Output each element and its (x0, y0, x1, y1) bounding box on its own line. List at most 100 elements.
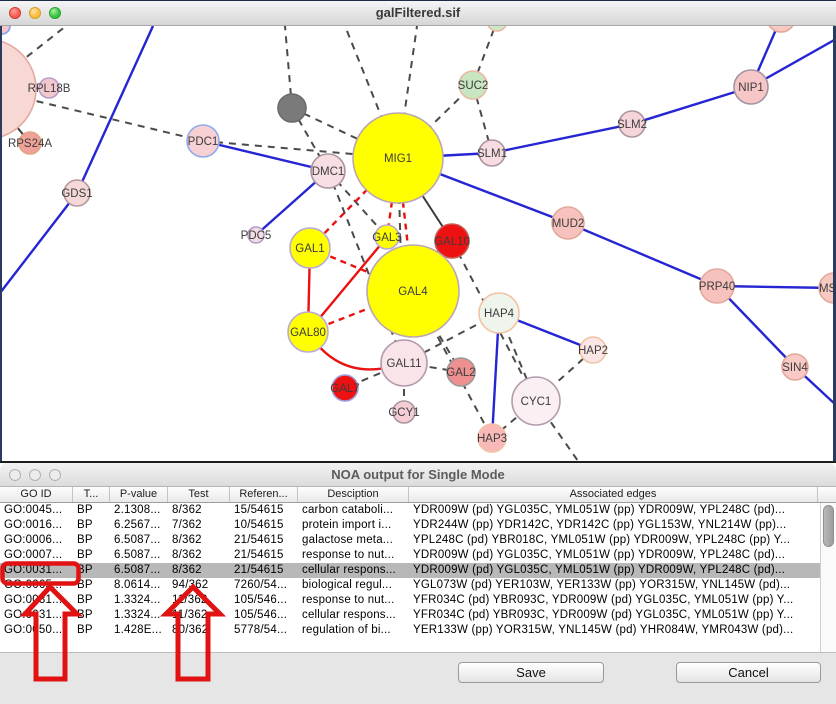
cell-type: BP (73, 503, 110, 518)
edge-pp[interactable] (632, 87, 751, 124)
table-scrollbar[interactable] (820, 503, 836, 652)
table-row[interactable]: GO:0045...BP2.1308...8/36215/54615carbon… (0, 503, 836, 518)
cell-edges: YDR244W (pp) YDR142C, YDR142C (pp) YGL15… (409, 518, 818, 533)
cell-test: 94/362 (168, 578, 230, 593)
cell-id: GO:0031... (0, 563, 73, 578)
cell-desc: galactose meta... (298, 533, 409, 548)
node-label-hap3: HAP3 (477, 433, 507, 445)
noa-window-titlebar[interactable]: NOA output for Single Mode (0, 463, 836, 487)
node-label-suc2: SUC2 (458, 80, 489, 92)
cell-ref: 7260/54... (230, 578, 298, 593)
cell-desc: protein import i... (298, 518, 409, 533)
cell-test: 11/362 (168, 593, 230, 608)
cell-type: BP (73, 608, 110, 623)
network-window: galFiltered.sif RPL18BRPS24AGDS1PDC1MIG1… (0, 1, 836, 461)
cell-ref: 10/54615 (230, 518, 298, 533)
cell-ref: 5778/54... (230, 623, 298, 638)
node-top1[interactable] (767, 26, 795, 32)
node-gray1[interactable] (278, 94, 306, 122)
cell-type: BP (73, 593, 110, 608)
edge-pp[interactable] (203, 141, 328, 171)
table-row[interactable]: GO:0006...BP6.5087...8/36221/54615galact… (0, 533, 836, 548)
cell-id: GO:0050... (0, 623, 73, 638)
cell-test: 8/362 (168, 548, 230, 563)
column-header-edges[interactable]: Associated edges (409, 487, 818, 502)
save-button[interactable]: Save (458, 662, 604, 683)
noa-window: NOA output for Single Mode GO IDT...P-va… (0, 463, 836, 704)
column-header-id[interactable]: GO ID (0, 487, 73, 502)
table-row[interactable]: GO:0031...BP1.3324...11/362105/546...cel… (0, 608, 836, 623)
table-row[interactable]: GO:0065...BP8.0614...94/3627260/54...bio… (0, 578, 836, 593)
column-header-test[interactable]: Test (168, 487, 230, 502)
column-header-ref[interactable]: Referen... (230, 487, 298, 502)
cell-desc: response to nut... (298, 593, 409, 608)
cell-p: 1.428E... (110, 623, 168, 638)
node-label-gcy1: GCY1 (388, 407, 419, 419)
table-row[interactable]: GO:0031...BP6.5087...8/36221/54615cellul… (0, 563, 836, 578)
network-canvas[interactable]: RPL18BRPS24AGDS1PDC1MIG1DMC1SUC2SLM1SLM2… (0, 26, 836, 461)
node-label-gal1: GAL1 (295, 243, 324, 255)
edge-pp[interactable] (568, 223, 717, 286)
cell-p: 6.5087... (110, 548, 168, 563)
column-header-p[interactable]: P-value (110, 487, 168, 502)
node-label-pdc1: PDC1 (188, 136, 219, 148)
node-label-gal80: GAL80 (290, 327, 326, 339)
table-row[interactable]: GO:0016...BP6.2567...7/36210/54615protei… (0, 518, 836, 533)
cell-type: BP (73, 623, 110, 638)
edge-pp[interactable] (492, 124, 632, 153)
cell-ref: 15/54615 (230, 503, 298, 518)
node-label-pdc5: PDC5 (241, 230, 272, 242)
cell-p: 6.2567... (110, 518, 168, 533)
table-row[interactable]: GO:0050...BP1.428E...80/3625778/54...reg… (0, 623, 836, 638)
noa-window-title: NOA output for Single Mode (0, 467, 836, 482)
cell-desc: biological regul... (298, 578, 409, 593)
cell-test: 8/362 (168, 503, 230, 518)
edge-pp[interactable] (0, 193, 77, 293)
cell-ref: 105/546... (230, 608, 298, 623)
node-label-gal3: GAL3 (372, 232, 401, 244)
node-label-sin4: SIN4 (782, 362, 808, 374)
node-label-gds1: GDS1 (61, 188, 92, 200)
cell-test: 8/362 (168, 533, 230, 548)
column-header-type[interactable]: T... (73, 487, 110, 502)
table-row[interactable]: GO:0031...BP1.3324...11/362105/546...res… (0, 593, 836, 608)
column-header-desc[interactable]: Desciption (298, 487, 409, 502)
cell-desc: cellular respons... (298, 563, 409, 578)
cell-p: 2.1308... (110, 503, 168, 518)
cell-edges: YER133W (pp) YOR315W, YNL145W (pd) YHR08… (409, 623, 818, 638)
node-label-gal2: GAL2 (446, 367, 475, 379)
cancel-button[interactable]: Cancel (676, 662, 821, 683)
cell-test: 80/362 (168, 623, 230, 638)
table-body: GO:0045...BP2.1308...8/36215/54615carbon… (0, 503, 836, 652)
table-row[interactable]: GO:0007...BP6.5087...8/36221/54615respon… (0, 548, 836, 563)
scrollbar-thumb[interactable] (823, 505, 834, 547)
screenshot-root: galFiltered.sif RPL18BRPS24AGDS1PDC1MIG1… (0, 0, 836, 704)
cell-p: 8.0614... (110, 578, 168, 593)
network-window-title: galFiltered.sif (0, 5, 836, 20)
node-label-hap4: HAP4 (484, 308, 515, 320)
cell-id: GO:0045... (0, 503, 73, 518)
edge-pp[interactable] (77, 26, 153, 193)
cell-id: GO:0031... (0, 593, 73, 608)
cell-edges: YDR009W (pd) YGL035C, YML051W (pp) YDR00… (409, 503, 818, 518)
cell-edges: YFR034C (pd) YBR093C, YDR009W (pd) YGL03… (409, 608, 818, 623)
cell-id: GO:0006... (0, 533, 73, 548)
cell-test: 8/362 (168, 563, 230, 578)
cell-type: BP (73, 533, 110, 548)
cell-test: 11/362 (168, 608, 230, 623)
cell-edges: YFR034C (pd) YBR093C, YDR009W (pd) YGL03… (409, 593, 818, 608)
node-grn1[interactable] (487, 26, 507, 31)
cell-type: BP (73, 548, 110, 563)
cell-id: GO:0016... (0, 518, 73, 533)
cell-id: GO:0065... (0, 578, 73, 593)
cell-edges: YPL248C (pd) YBR018C, YML051W (pp) YDR00… (409, 533, 818, 548)
network-graph: RPL18BRPS24AGDS1PDC1MIG1DMC1SUC2SLM1SLM2… (0, 26, 836, 461)
node-label-hap2: HAP2 (578, 345, 608, 357)
cell-id: GO:0031... (0, 608, 73, 623)
network-window-titlebar[interactable]: galFiltered.sif (0, 1, 836, 26)
node-label-slm1: SLM1 (477, 148, 507, 160)
node-label-gal4: GAL4 (398, 286, 428, 298)
cell-edges: YGL073W (pd) YER103W, YER133W (pp) YOR31… (409, 578, 818, 593)
node-label-gal7: GAL7 (330, 383, 359, 395)
cell-ref: 105/546... (230, 593, 298, 608)
